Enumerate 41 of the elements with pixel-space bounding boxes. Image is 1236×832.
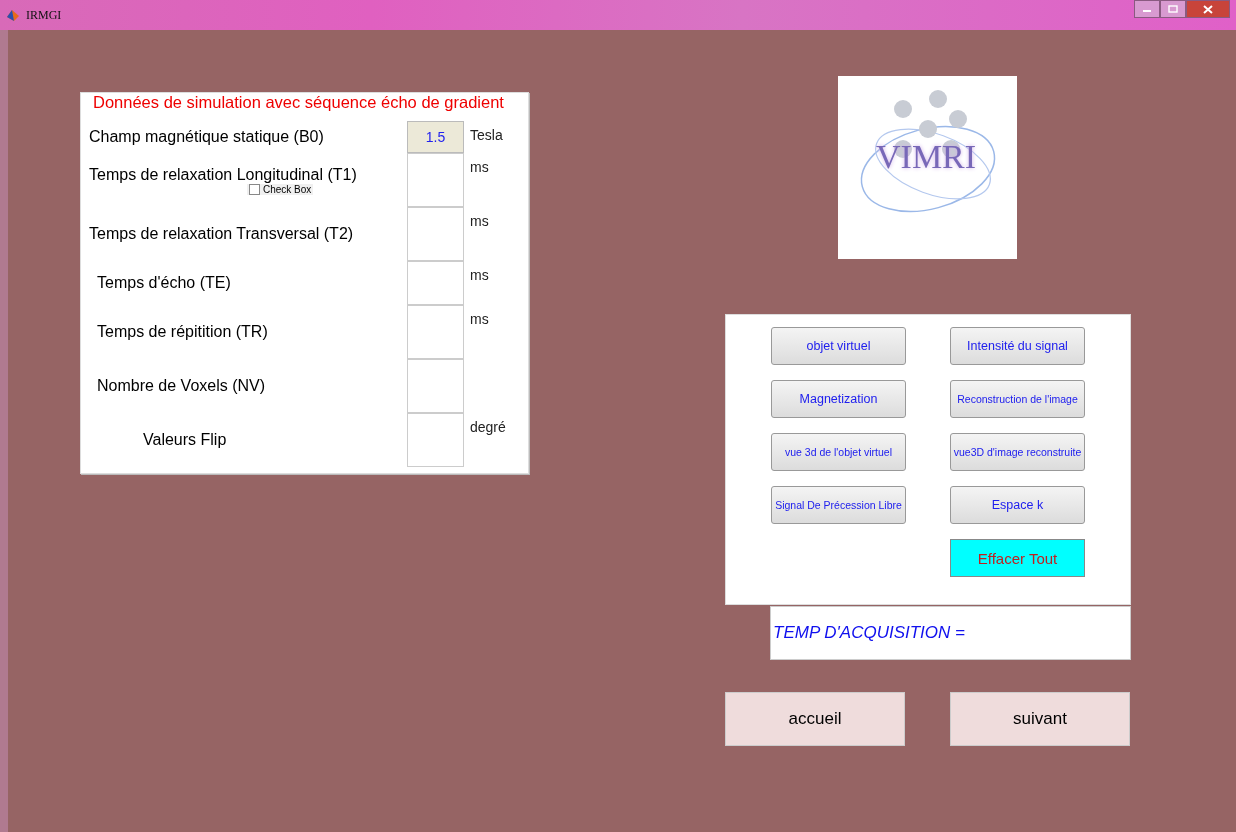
window-title: IRMGI: [26, 7, 62, 23]
action-button[interactable]: vue 3d de l'objet virtuel: [771, 433, 906, 471]
unit-label: ms: [469, 158, 489, 177]
input-field[interactable]: [407, 359, 464, 413]
check-box[interactable]: Check Box: [247, 183, 314, 195]
field-label: Temps d'écho (TE): [96, 274, 231, 292]
close-icon: [1203, 4, 1213, 14]
field-label: Valeurs Flip: [142, 431, 227, 449]
unit-label: ms: [469, 266, 489, 285]
panel-title: Données de simulation avec séquence écho de gradient: [91, 93, 506, 112]
input-field[interactable]: [407, 305, 464, 359]
minimize-button[interactable]: [1134, 0, 1160, 18]
input-field[interactable]: [407, 207, 464, 261]
field-label: Temps de relaxation Transversal (T2): [89, 225, 354, 243]
action-button[interactable]: Magnetization: [771, 380, 906, 418]
field-label: Champ magnétique statique (B0): [89, 128, 324, 146]
maximize-button[interactable]: [1160, 0, 1186, 18]
action-button[interactable]: Signal De Précession Libre: [771, 486, 906, 524]
unit-label: degré: [469, 418, 506, 437]
input-field[interactable]: [407, 413, 464, 467]
maximize-icon: [1168, 5, 1178, 13]
field-label: Temps de répitition (TR): [96, 323, 268, 341]
action-button[interactable]: Intensité du signal: [950, 327, 1085, 365]
action-button[interactable]: Reconstruction de l'image: [950, 380, 1085, 418]
acquisition-label: TEMP D'ACQUISITION =: [773, 623, 965, 643]
navigation-button[interactable]: suivant: [950, 692, 1130, 746]
action-button[interactable]: Espace k: [950, 486, 1085, 524]
field-label: Temps de relaxation Longitudinal (T1): [89, 165, 357, 184]
input-field[interactable]: [407, 261, 464, 305]
unit-label: ms: [469, 212, 489, 231]
app-icon: [6, 8, 20, 22]
unit-label: ms: [469, 310, 489, 329]
field-label: Nombre de Voxels (NV): [96, 377, 266, 395]
action-button[interactable]: Effacer Tout: [950, 539, 1085, 577]
unit-label: Tesla: [469, 126, 503, 145]
logo-text: VIMRI: [876, 138, 977, 176]
navigation-button[interactable]: accueil: [725, 692, 905, 746]
close-button[interactable]: [1186, 0, 1230, 18]
action-button[interactable]: objet virtuel: [771, 327, 906, 365]
action-button[interactable]: vue3D d'image reconstruite: [950, 433, 1085, 471]
input-field[interactable]: [407, 153, 464, 207]
